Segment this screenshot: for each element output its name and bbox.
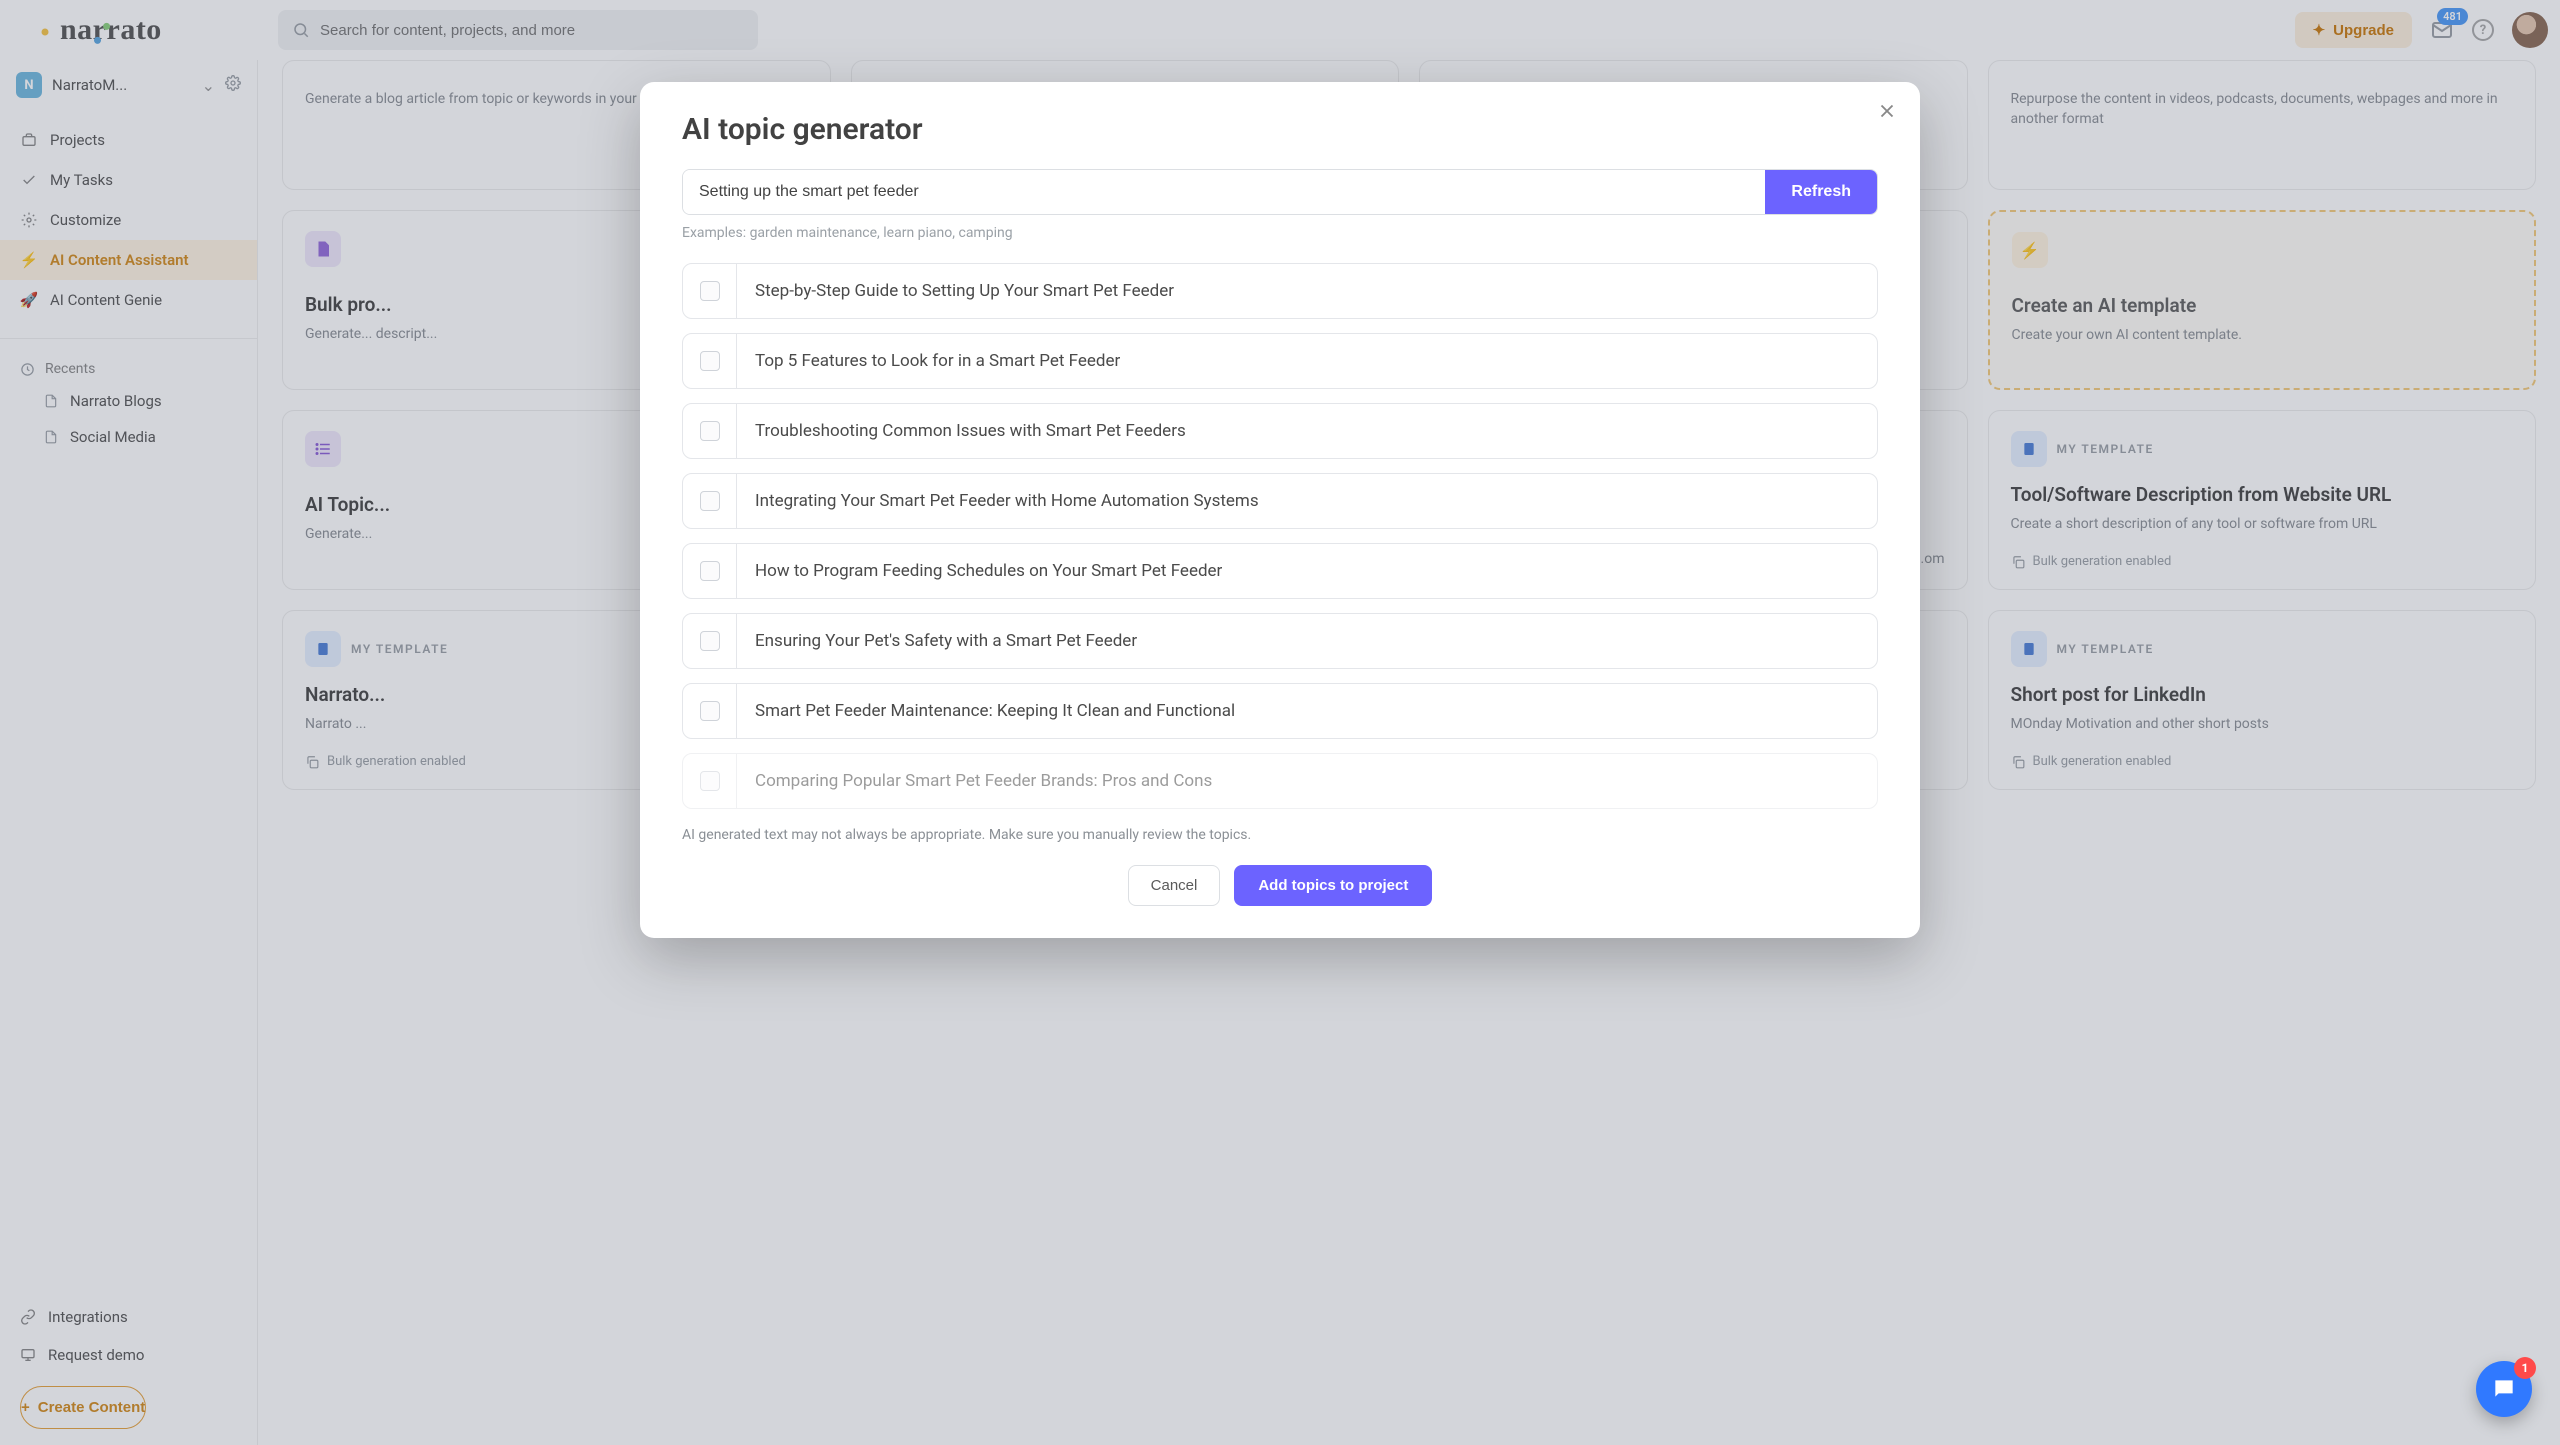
examples-hint: Examples: garden maintenance, learn pian…: [682, 225, 1878, 241]
suggestion-checkbox[interactable]: [683, 684, 737, 738]
suggestion-checkbox[interactable]: [683, 334, 737, 388]
topic-input[interactable]: [683, 170, 1765, 214]
suggestion-text: Ensuring Your Pet's Safety with a Smart …: [737, 614, 1877, 668]
close-icon: [1876, 100, 1898, 122]
suggestion-item[interactable]: Smart Pet Feeder Maintenance: Keeping It…: [682, 683, 1878, 739]
suggestion-item[interactable]: Troubleshooting Common Issues with Smart…: [682, 403, 1878, 459]
suggestion-list: Step-by-Step Guide to Setting Up Your Sm…: [682, 263, 1878, 809]
suggestion-checkbox[interactable]: [683, 754, 737, 808]
suggestion-item[interactable]: Integrating Your Smart Pet Feeder with H…: [682, 473, 1878, 529]
suggestion-checkbox[interactable]: [683, 264, 737, 318]
suggestion-item[interactable]: Top 5 Features to Look for in a Smart Pe…: [682, 333, 1878, 389]
suggestion-checkbox[interactable]: [683, 474, 737, 528]
suggestion-text: Integrating Your Smart Pet Feeder with H…: [737, 474, 1877, 528]
cancel-label: Cancel: [1151, 877, 1198, 894]
suggestion-text: Troubleshooting Common Issues with Smart…: [737, 404, 1877, 458]
refresh-label: Refresh: [1791, 183, 1851, 200]
suggestion-checkbox[interactable]: [683, 404, 737, 458]
modal-actions: Cancel Add topics to project: [682, 865, 1878, 906]
ai-disclaimer: AI generated text may not always be appr…: [682, 827, 1878, 843]
suggestion-checkbox[interactable]: [683, 544, 737, 598]
refresh-button[interactable]: Refresh: [1765, 170, 1877, 214]
topic-input-row: Refresh: [682, 169, 1878, 215]
suggestion-item[interactable]: Comparing Popular Smart Pet Feeder Brand…: [682, 753, 1878, 809]
add-topics-button[interactable]: Add topics to project: [1234, 865, 1432, 906]
suggestion-text: Comparing Popular Smart Pet Feeder Brand…: [737, 754, 1877, 808]
modal-title: AI topic generator: [682, 112, 1878, 147]
close-button[interactable]: [1876, 100, 1898, 125]
chat-widget-button[interactable]: 1: [2476, 1361, 2532, 1417]
add-topics-label: Add topics to project: [1258, 877, 1408, 894]
suggestion-text: Top 5 Features to Look for in a Smart Pe…: [737, 334, 1877, 388]
suggestion-text: How to Program Feeding Schedules on Your…: [737, 544, 1877, 598]
ai-topic-generator-modal: AI topic generator Refresh Examples: gar…: [640, 82, 1920, 938]
cancel-button[interactable]: Cancel: [1128, 865, 1221, 906]
suggestion-item[interactable]: How to Program Feeding Schedules on Your…: [682, 543, 1878, 599]
chat-icon: [2491, 1376, 2517, 1402]
suggestion-text: Smart Pet Feeder Maintenance: Keeping It…: [737, 684, 1877, 738]
suggestion-item[interactable]: Ensuring Your Pet's Safety with a Smart …: [682, 613, 1878, 669]
suggestion-text: Step-by-Step Guide to Setting Up Your Sm…: [737, 264, 1877, 318]
suggestion-checkbox[interactable]: [683, 614, 737, 668]
suggestion-item[interactable]: Step-by-Step Guide to Setting Up Your Sm…: [682, 263, 1878, 319]
chat-unread-badge: 1: [2514, 1357, 2536, 1379]
